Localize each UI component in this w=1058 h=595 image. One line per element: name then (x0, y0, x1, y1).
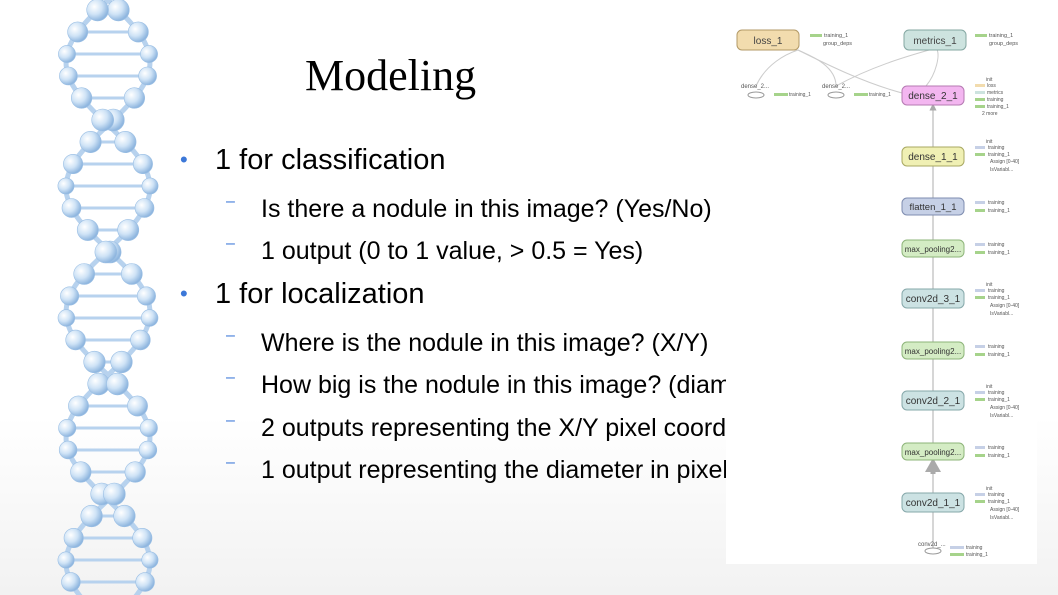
svg-text:training_1: training_1 (988, 499, 1010, 505)
node-conv2d-input: conv2d_... (918, 542, 946, 548)
tensorboard-graph-image: loss_1 metrics_1 training_1 group_deps t… (726, 24, 1037, 564)
node-loss: loss_1 (754, 36, 783, 47)
node-conv2d-2-1: conv2d_2_1 (906, 396, 961, 407)
svg-text:IsVariabl...: IsVariabl... (990, 167, 1013, 173)
svg-text:training_1: training_1 (869, 92, 891, 98)
node-conv2d-3-1: conv2d_3_1 (906, 294, 961, 305)
node-dense2-a: dense_2... (741, 84, 769, 90)
svg-text:training: training (988, 200, 1005, 206)
node-dense2-b: dense_2... (822, 84, 850, 90)
svg-text:training_1: training_1 (988, 295, 1010, 301)
dash-icon: – (226, 193, 235, 210)
bullet-dot-icon: • (180, 281, 188, 306)
node-metrics: metrics_1 (913, 36, 957, 47)
svg-text:IsVariabl...: IsVariabl... (990, 515, 1013, 521)
node-dense-2-1: dense_2_1 (908, 91, 958, 102)
svg-text:loss: loss (987, 83, 996, 89)
svg-text:Assign [0-40]: Assign [0-40] (990, 303, 1020, 309)
svg-text:IsVariabl...: IsVariabl... (990, 311, 1013, 317)
node-max-pooling-3: max_pooling2... (905, 245, 961, 254)
svg-text:training: training (988, 145, 1005, 151)
svg-text:2 more: 2 more (982, 111, 998, 117)
svg-text:training: training (987, 97, 1004, 103)
svg-text:training: training (966, 545, 983, 551)
svg-text:training_1: training_1 (989, 33, 1013, 39)
dash-icon: – (226, 454, 235, 471)
svg-text:training_1: training_1 (988, 397, 1010, 403)
dash-icon: – (226, 235, 235, 252)
svg-text:training: training (988, 242, 1005, 248)
svg-text:training_1: training_1 (824, 33, 848, 39)
svg-text:training: training (988, 344, 1005, 350)
node-max-pooling-1: max_pooling2... (905, 448, 961, 457)
svg-text:group_deps: group_deps (989, 41, 1018, 47)
bullet-dot-icon: • (180, 147, 188, 172)
svg-text:training: training (988, 492, 1005, 498)
dash-icon: – (226, 369, 235, 386)
svg-text:training_1: training_1 (987, 104, 1009, 110)
svg-text:training_1: training_1 (789, 92, 811, 98)
node-conv2d-1-1: conv2d_1_1 (906, 498, 961, 509)
dna-helix-image (57, 0, 159, 595)
svg-text:training: training (988, 288, 1005, 294)
svg-text:training_1: training_1 (988, 152, 1010, 158)
node-max-pooling-2: max_pooling2... (905, 347, 961, 356)
svg-text:training_1: training_1 (988, 352, 1010, 358)
node-dense-1-1: dense_1_1 (908, 152, 958, 163)
svg-text:Assign [0-40]: Assign [0-40] (990, 159, 1020, 165)
svg-text:training_1: training_1 (966, 552, 988, 558)
svg-text:metrics: metrics (987, 90, 1004, 96)
svg-text:training_1: training_1 (988, 250, 1010, 256)
dash-icon: – (226, 327, 235, 344)
dash-icon: – (226, 412, 235, 429)
svg-text:training: training (988, 445, 1005, 451)
slide-title: Modeling (305, 51, 477, 100)
svg-text:Assign [0-40]: Assign [0-40] (990, 405, 1020, 411)
node-flatten-1-1: flatten_1_1 (909, 202, 956, 213)
svg-text:Assign [0-40]: Assign [0-40] (990, 507, 1020, 513)
svg-text:IsVariabl...: IsVariabl... (990, 413, 1013, 419)
svg-text:training: training (988, 390, 1005, 396)
svg-text:group_deps: group_deps (823, 41, 852, 47)
svg-text:training_1: training_1 (988, 453, 1010, 459)
svg-text:training_1: training_1 (988, 208, 1010, 214)
